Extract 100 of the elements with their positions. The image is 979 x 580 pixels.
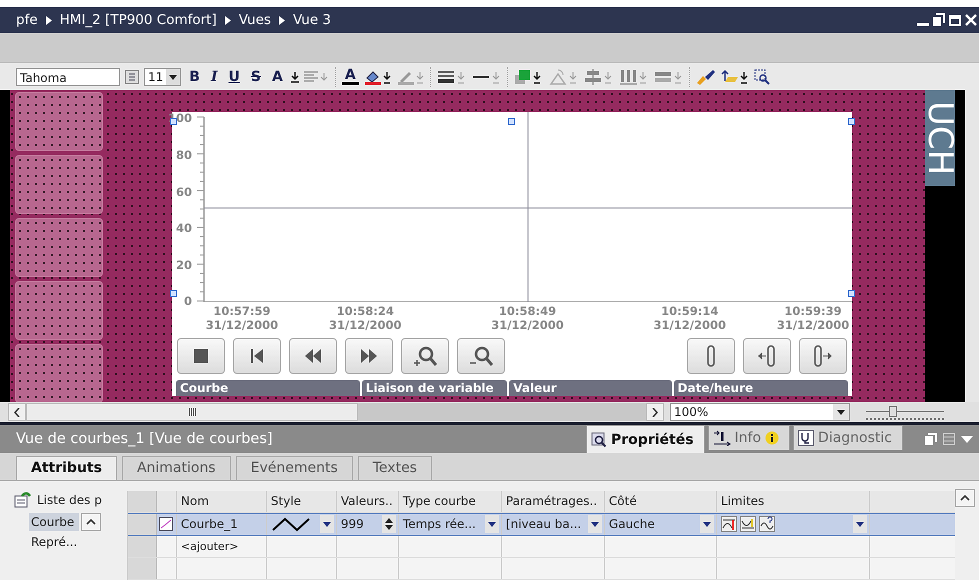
- inspector-tab[interactable]: Propriétés: [586, 425, 705, 454]
- column-header[interactable]: Paramétrages..: [502, 490, 605, 512]
- column-header[interactable]: Valeurs..: [336, 490, 399, 512]
- column-header[interactable]: Type courbe: [398, 490, 502, 512]
- table-header: Liaison de variable: [362, 380, 508, 396]
- properties-tab[interactable]: Textes: [358, 456, 432, 480]
- table-row[interactable]: Courbe_1 999 Temps rée... [niveau ba... Gauche: [128, 512, 956, 536]
- align-objects-icon[interactable]: [584, 68, 614, 85]
- zoom-dropdown[interactable]: 100%: [670, 403, 850, 422]
- breadcrumb-arrow-icon: [278, 16, 285, 25]
- properties-tab[interactable]: Attributs: [16, 456, 117, 480]
- spinner-icon[interactable]: [382, 515, 396, 534]
- close-icon[interactable]: [965, 13, 977, 28]
- table-header: Date/heure: [674, 380, 848, 396]
- upper-limit-icon[interactable]: [720, 516, 737, 532]
- fast-forward-button[interactable]: [345, 338, 393, 374]
- stop-icon: [194, 349, 208, 364]
- zoom-slider[interactable]: [866, 404, 944, 420]
- zoom-in-icon: [413, 345, 437, 368]
- horizontal-scrollbar[interactable]: [26, 403, 646, 422]
- wave-question-icon[interactable]: [758, 516, 775, 532]
- properties-tab[interactable]: Animations: [122, 456, 231, 480]
- y-axis-label: 60: [176, 186, 192, 199]
- layer-icon[interactable]: [720, 68, 749, 85]
- selection-handle[interactable]: [170, 290, 177, 297]
- list-icon[interactable]: [125, 70, 139, 84]
- skip-to-start-button[interactable]: [233, 338, 281, 374]
- format-button[interactable]: U: [226, 68, 243, 85]
- time-axis-label: 10:58:24 31/12/2000: [329, 304, 402, 332]
- breadcrumb-arrow-icon: [46, 16, 52, 25]
- lower-limit-icon[interactable]: [740, 516, 756, 532]
- zoom-in-button[interactable]: [401, 338, 449, 374]
- nav-item[interactable]: Repré...: [29, 532, 80, 551]
- font-grow-button[interactable]: A: [268, 68, 286, 85]
- format-button[interactable]: B: [186, 68, 203, 85]
- breadcrumb-item[interactable]: pfe: [16, 12, 38, 28]
- ruler-left-icon: [758, 345, 776, 368]
- format-button[interactable]: S: [248, 68, 264, 85]
- selection-handle[interactable]: [848, 118, 855, 125]
- font-size-dropdown[interactable]: 11: [144, 68, 182, 86]
- nav-header[interactable]: Liste des p: [14, 486, 110, 513]
- column-header[interactable]: Style: [266, 490, 337, 512]
- magnifier-icon: [591, 432, 608, 448]
- list-arrow-icon: [14, 492, 32, 508]
- scrollbar-thumb[interactable]: [26, 403, 358, 422]
- column-header[interactable]: Nom: [176, 490, 267, 512]
- add-row-placeholder[interactable]: <ajouter>: [180, 540, 238, 553]
- ruler-left-button[interactable]: [743, 338, 791, 374]
- table-cell: Temps rée...: [402, 517, 476, 532]
- column-header[interactable]: Côté: [604, 490, 717, 512]
- font-field[interactable]: Tahoma: [16, 68, 120, 86]
- inspector-tab[interactable]: Diagnostic: [793, 425, 903, 450]
- curve-icon: [158, 517, 173, 532]
- zoom-out-button[interactable]: [457, 338, 505, 374]
- line-style-icon: [270, 516, 311, 532]
- fill-color-icon[interactable]: [364, 68, 392, 85]
- rewind-button[interactable]: [289, 338, 337, 374]
- brush-icon[interactable]: [696, 68, 716, 85]
- inspector-tab[interactable]: Info: [708, 425, 790, 450]
- zoom-out-icon: [469, 345, 493, 368]
- column-header[interactable]: Limites: [716, 490, 870, 512]
- scroll-up-button[interactable]: [955, 488, 976, 507]
- selection-handle[interactable]: [848, 290, 855, 297]
- restore-icon[interactable]: [933, 13, 945, 28]
- table-row[interactable]: <ajouter>: [128, 536, 956, 558]
- breadcrumb-item[interactable]: Vue 3: [292, 12, 332, 28]
- font-color-button[interactable]: A: [342, 68, 359, 86]
- properties-tab[interactable]: Evénements: [236, 456, 353, 480]
- slider-thumb[interactable]: [889, 406, 898, 418]
- distribute-icon[interactable]: [618, 68, 649, 85]
- zoom-selection-icon[interactable]: [754, 68, 770, 85]
- line-width-icon[interactable]: [436, 68, 467, 85]
- breadcrumb-item[interactable]: HMI_2 [TP900 Comfort]: [60, 12, 217, 28]
- info-icon: [765, 431, 780, 446]
- scroll-right-button[interactable]: [646, 403, 664, 422]
- scroll-up-button[interactable]: [81, 512, 102, 531]
- time-axis-label: 10:57:59 31/12/2000: [206, 304, 278, 332]
- chevron-left-icon: [14, 408, 20, 417]
- table-cell: 999: [340, 517, 364, 532]
- dropdown-arrow-icon[interactable]: [290, 70, 299, 83]
- y-axis-label: 80: [176, 149, 192, 162]
- format-button[interactable]: I: [208, 68, 221, 85]
- nav-item[interactable]: Courbe: [29, 512, 80, 531]
- chevron-right-icon: [652, 408, 658, 417]
- stop-button[interactable]: [177, 338, 225, 374]
- info-arrows-icon: [712, 430, 731, 446]
- scroll-left-button[interactable]: [8, 403, 26, 422]
- selection-handle[interactable]: [508, 118, 515, 125]
- y-axis-label: 0: [184, 295, 192, 308]
- screen-text: UCH: [925, 101, 955, 176]
- vertical-scrollbar[interactable]: [965, 90, 979, 402]
- maximize-icon[interactable]: [949, 13, 961, 28]
- ruler-button[interactable]: [687, 338, 735, 374]
- skip-start-icon: [251, 349, 263, 364]
- table-cell: [niveau ba...: [506, 517, 582, 532]
- ruler-right-button[interactable]: [799, 338, 847, 374]
- ruler-right-icon: [814, 345, 832, 368]
- time-axis-label: 10:59:39 31/12/2000: [776, 304, 850, 332]
- breadcrumb-item[interactable]: Vues: [238, 12, 271, 28]
- chevron-up-icon: [86, 518, 96, 525]
